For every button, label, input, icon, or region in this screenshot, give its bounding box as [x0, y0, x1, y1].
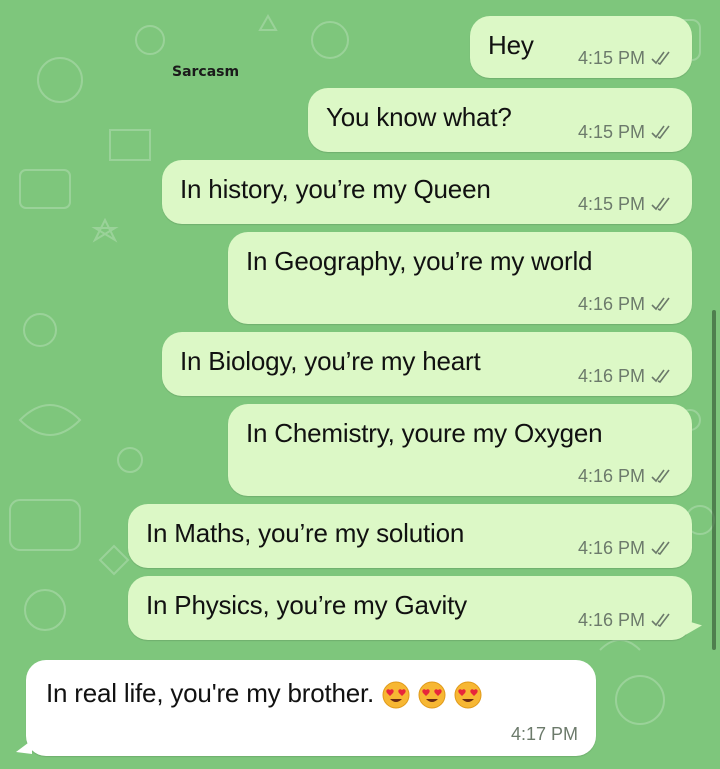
message-meta: 4:17 PM: [511, 724, 578, 744]
bubble-tail: [686, 615, 702, 635]
message-meta: 4:15 PM: [578, 194, 672, 214]
message-bubble[interactable]: In Biology, you’re my heart 4:16 PM: [162, 332, 692, 396]
double-check-icon: [651, 613, 670, 628]
double-check-icon: [651, 297, 670, 312]
message-bubble[interactable]: In Chemistry, youre my Oxygen 4:16 PM: [228, 404, 692, 496]
bubble-tail: [16, 740, 32, 754]
message-text: In Geography, you’re my world: [246, 246, 593, 276]
double-check-icon: [651, 125, 670, 140]
double-check-icon: [651, 51, 670, 66]
message-time: 4:15 PM: [577, 48, 645, 68]
chat-scrollbar[interactable]: [712, 310, 716, 650]
message-text: In Biology, you’re my heart: [180, 346, 481, 376]
message-meta: 4:16 PM: [578, 294, 672, 314]
double-check-icon: [651, 469, 670, 484]
message-meta: 4:15 PM: [578, 122, 672, 142]
message-bubble[interactable]: In Geography, you’re my world 4:16 PM: [228, 232, 692, 324]
message-bubble-incoming[interactable]: In real life, you're my brother. 4:17 PM: [16, 660, 596, 756]
message-text-content: In real life, you're my brother.: [46, 678, 375, 708]
heart-eyes-emoji: [454, 681, 482, 709]
message-bubble[interactable]: In Physics, you’re my Gavity 4:16 PM: [128, 576, 702, 640]
message-time: 4:16 PM: [577, 366, 645, 386]
message-bubble[interactable]: In history, you’re my Queen 4:15 PM: [162, 160, 692, 224]
message-time: 4:15 PM: [577, 122, 645, 142]
message-time: 4:15 PM: [577, 194, 645, 214]
message-text: Hey: [488, 30, 534, 60]
message-bubble[interactable]: Hey 4:15 PM: [470, 16, 692, 78]
message-text: In Chemistry, youre my Oxygen: [246, 418, 603, 448]
double-check-icon: [651, 541, 670, 556]
message-bubble[interactable]: You know what? 4:15 PM: [308, 88, 692, 152]
message-meta: 4:15 PM: [578, 48, 672, 68]
heart-eyes-emoji: [382, 681, 410, 709]
message-time: 4:16 PM: [577, 294, 645, 314]
message-bubble[interactable]: In Maths, you’re my solution 4:16 PM: [128, 504, 692, 568]
message-text: You know what?: [326, 102, 512, 132]
double-check-icon: [651, 197, 670, 212]
message-meta: 4:16 PM: [578, 610, 672, 630]
sarcasm-watermark: Sarcasm: [172, 64, 240, 80]
message-time: 4:16 PM: [577, 466, 645, 486]
message-text: In Maths, you’re my solution: [146, 518, 465, 548]
message-meta: 4:16 PM: [578, 366, 672, 386]
double-check-icon: [651, 369, 670, 384]
message-text: In real life, you're my brother.: [46, 678, 482, 709]
message-text: In Physics, you’re my Gavity: [146, 590, 467, 620]
message-text: In history, you’re my Queen: [180, 174, 491, 204]
heart-eyes-emoji: [418, 681, 446, 709]
message-meta: 4:16 PM: [578, 466, 672, 486]
message-time: 4:16 PM: [577, 610, 645, 630]
message-time: 4:17 PM: [510, 724, 578, 744]
message-time: 4:16 PM: [577, 538, 645, 558]
message-meta: 4:16 PM: [578, 538, 672, 558]
